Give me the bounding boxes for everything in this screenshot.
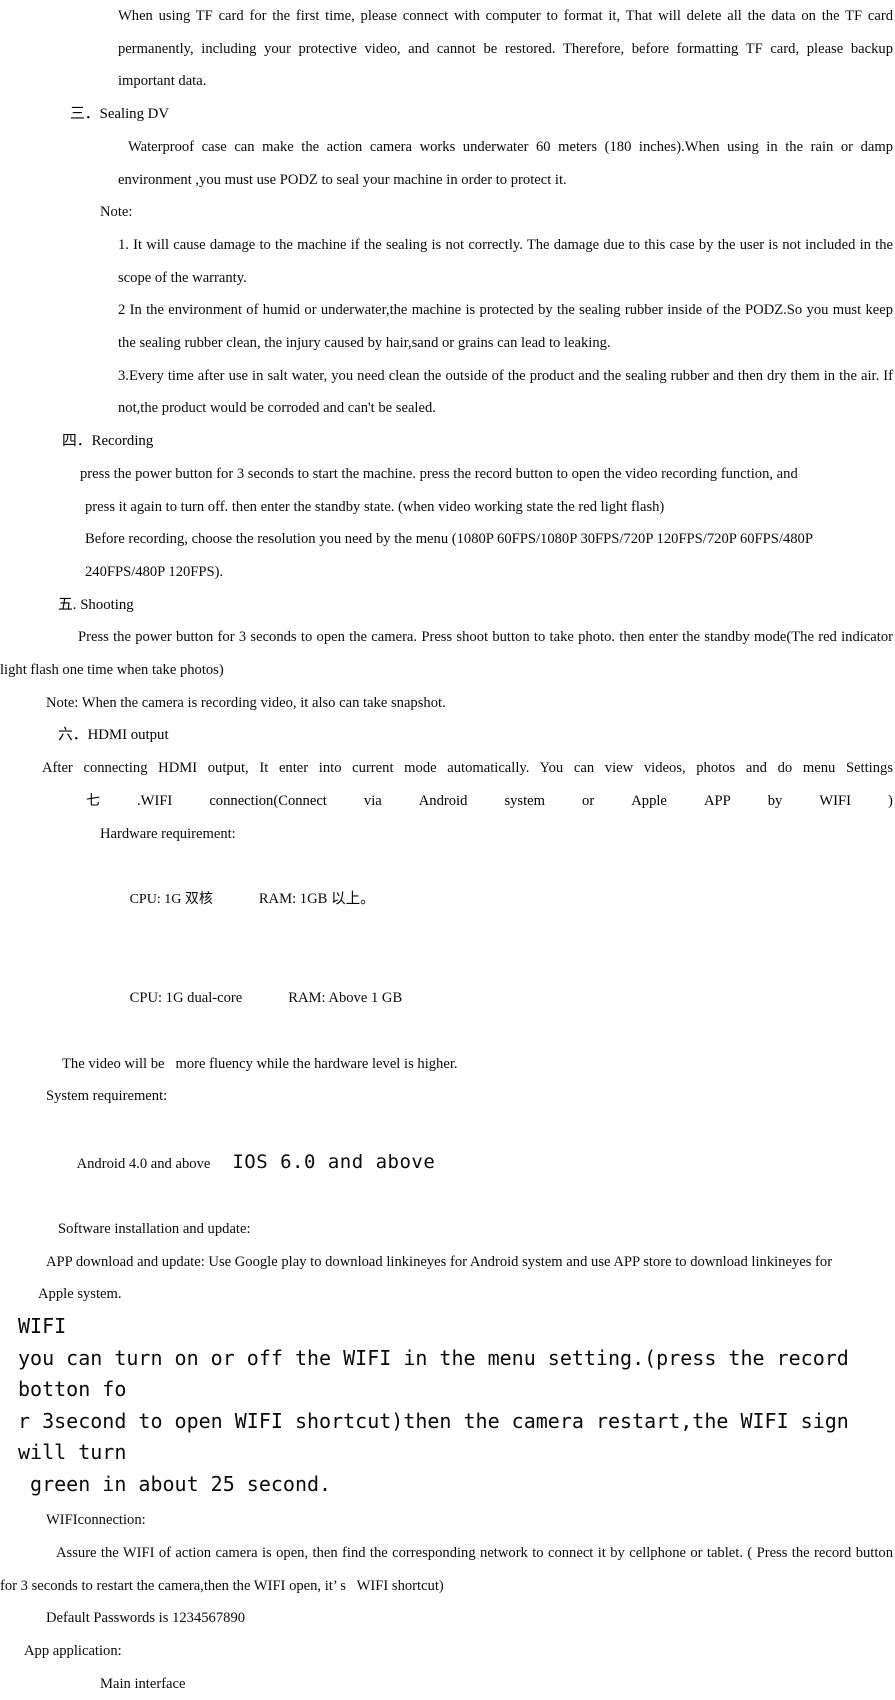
wifi-section-line-2: r 3second to open WIFI shortcut)then the…	[18, 1408, 861, 1465]
wifi-section-title: WIFI	[18, 1314, 67, 1339]
text-default-password: Default Passwords is 1234567890	[46, 1610, 246, 1627]
paragraph-shooting-body: Press the power button for 3 seconds to …	[0, 629, 893, 679]
label-sealing-note: Note:	[100, 204, 133, 221]
heading-wifi-connection: 七 .WIFI connection(Connect via Android s…	[0, 785, 895, 818]
wifi-conn-part-3: via	[363, 792, 382, 809]
heading-shooting: 五. Shooting	[58, 596, 134, 613]
paragraph-shooting-note: Note: When the camera is recording video…	[46, 694, 446, 711]
wifi-conn-part-7: Apple	[631, 792, 667, 809]
wifi-conn-part-10: WIFI	[819, 792, 851, 809]
paragraph-recording-line-4: 240FPS/480P 120FPS).	[85, 563, 224, 580]
label-hardware-requirement: Hardware requirement:	[100, 825, 236, 842]
wifi-conn-part-8: APP	[703, 792, 731, 809]
paragraph-wifi-connection-body: Assure the WIFI of action camera is open…	[0, 1544, 893, 1594]
label-wifi-connection: WIFIconnection:	[46, 1512, 146, 1529]
paragraph-sealing-note-1: 1. It will cause damage to the machine i…	[118, 236, 893, 286]
label-software-installation: Software installation and update:	[58, 1221, 251, 1238]
wifi-conn-part-9: by	[767, 792, 783, 809]
wifi-conn-part-2: connection(Connect	[209, 792, 327, 809]
wifi-conn-part-1: .WIFI	[137, 792, 173, 809]
paragraph-app-download: APP download and update: Use Google play…	[46, 1253, 833, 1270]
paragraph-sealing-note-3: 3.Every time after use in salt water, yo…	[118, 367, 893, 417]
paragraph-recording-line-3: Before recording, choose the resolution …	[85, 531, 813, 548]
wifi-conn-part-4: Android	[418, 792, 468, 809]
wifi-conn-part-11: )	[888, 792, 893, 809]
paragraph-recording-line-1: press the power button for 3 seconds to …	[80, 465, 798, 482]
row-hardware-cn: CPU: 1G 双核 RAM: 1GB 以上。	[0, 850, 895, 949]
heading-hdmi-output: 六．HDMI output	[58, 727, 169, 744]
paragraph-tf-card-warning: When using TF card for the first time, p…	[118, 8, 893, 90]
hardware-cpu-cn: CPU: 1G 双核	[129, 891, 213, 907]
wifi-conn-part-6: or	[582, 792, 595, 809]
heading-recording: 四．Recording	[62, 433, 154, 450]
hardware-ram-en: RAM: Above 1 GB	[288, 990, 403, 1007]
paragraph-sealing-note-2: 2 In the environment of humid or underwa…	[118, 302, 893, 352]
paragraph-recording-line-2: press it again to turn off. then enter t…	[85, 498, 665, 515]
heading-sealing-dv: 三．Sealing DV	[70, 106, 170, 123]
paragraph-app-download-continued: Apple system.	[38, 1286, 122, 1303]
system-android-version: Android 4.0 and above	[76, 1155, 211, 1172]
label-system-requirement: System requirement:	[46, 1088, 168, 1105]
system-ios-version: IOS 6.0 and above	[232, 1150, 436, 1173]
wifi-conn-part-0: 七	[86, 792, 100, 809]
wifi-conn-part-5: system	[504, 792, 545, 809]
paragraph-sealing-intro: Waterproof case can make the action came…	[118, 138, 893, 188]
row-system-versions: Android 4.0 and above IOS 6.0 and above	[0, 1113, 895, 1213]
label-app-application: App application:	[24, 1642, 122, 1659]
wifi-section-line-1: you can turn on or off the WIFI in the m…	[18, 1345, 861, 1402]
label-main-interface: Main interface	[100, 1675, 186, 1692]
paragraph-hdmi-body: After connecting HDMI output, It enter i…	[42, 760, 893, 777]
row-hardware-en: CPU: 1G dual-core RAM: Above 1 GB	[0, 949, 895, 1047]
document-page: When using TF card for the first time, p…	[0, 0, 895, 1692]
paragraph-hardware-note: The video will be more fluency while the…	[62, 1055, 458, 1072]
hardware-cpu-en: CPU: 1G dual-core	[129, 990, 243, 1007]
hardware-ram-cn: RAM: 1GB 以上。	[258, 890, 375, 907]
wifi-section-line-3: green in about 25 second.	[18, 1471, 332, 1496]
